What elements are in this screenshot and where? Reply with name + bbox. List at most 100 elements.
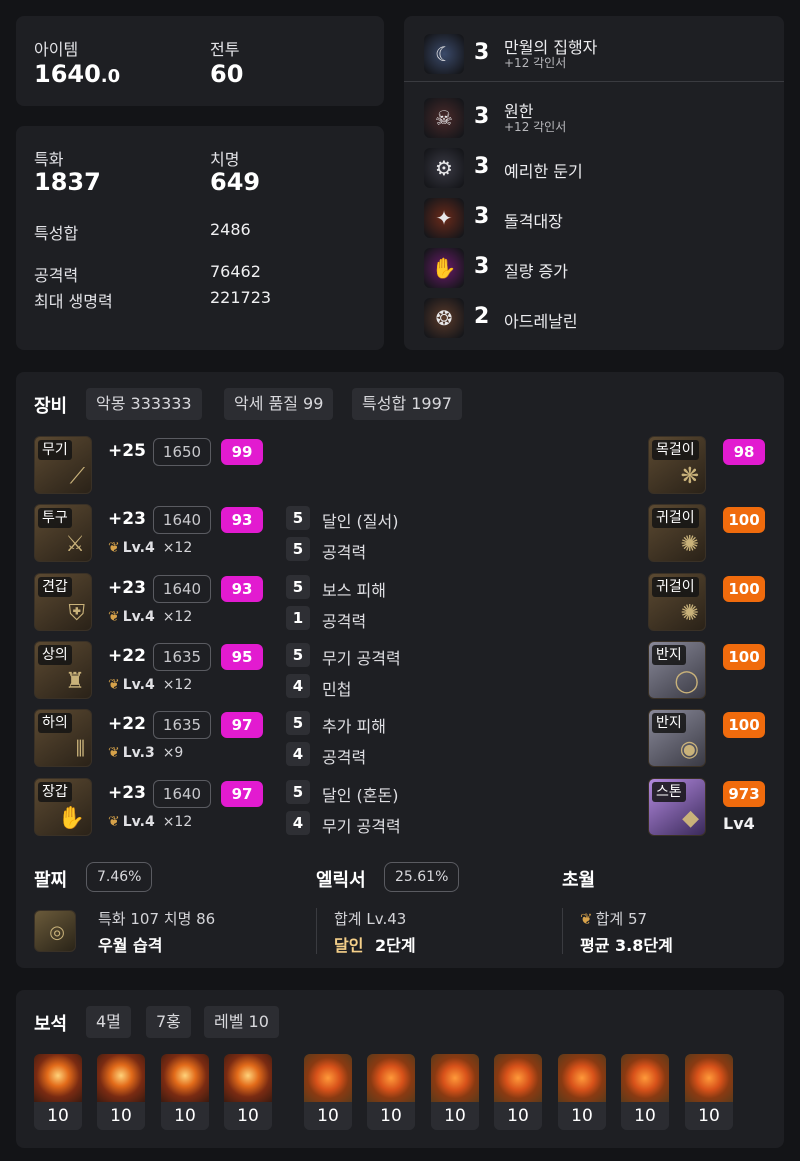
elixir-title: 엘릭서	[316, 870, 366, 891]
equipment-title: 장비	[34, 396, 68, 417]
gem-icon	[367, 1054, 415, 1102]
item-level-card: 아이템 1640.0 전투 60	[16, 16, 384, 106]
elixir-option-name: 공격력	[322, 748, 367, 767]
gem-level: 10	[97, 1102, 145, 1130]
gem-slot[interactable]: 10	[161, 1054, 209, 1130]
elixir-option-name: 보스 피해	[322, 581, 386, 600]
quality-badge: 93	[221, 576, 263, 602]
gem-slot[interactable]: 10	[494, 1054, 542, 1130]
slot-tag: 반지	[652, 713, 686, 733]
elixir-option-level: 5	[286, 643, 310, 667]
divider-1	[316, 908, 317, 954]
quality-badge: 97	[221, 781, 263, 807]
gem-icon	[224, 1054, 272, 1102]
helmet-icon[interactable]: 투구 ⚔	[34, 504, 92, 562]
transcend-avg: 평균 3.8단계	[580, 936, 673, 955]
engraving-level: 3	[474, 104, 490, 129]
leaf-icon: ❦	[108, 609, 120, 625]
leaf-icon: ❦	[108, 745, 120, 761]
quality-badge: 99	[221, 439, 263, 465]
engraving-row[interactable]: ⚙ 3 예리한 둔기	[424, 148, 784, 188]
gem-slot[interactable]: 10	[558, 1054, 606, 1130]
engraving-row[interactable]: ☾ 3 만월의 집행자 +12 각인서	[424, 34, 784, 74]
crit-value: 649	[210, 168, 261, 196]
slot-tag: 투구	[38, 508, 72, 528]
gem-icon	[494, 1054, 542, 1102]
max-hp-value: 221723	[210, 288, 272, 307]
upgrade-level: +23	[108, 578, 146, 598]
chip-accessory-quality: 악세 품질 99	[224, 388, 334, 420]
slot-tag: 견갑	[38, 577, 72, 597]
quality-badge: 100	[723, 507, 765, 533]
necklace-icon[interactable]: 목걸이 ❋	[648, 436, 706, 494]
ring-1-icon[interactable]: 반지 ◯	[648, 641, 706, 699]
gem-level: 10	[431, 1102, 479, 1130]
engraving-level: 3	[474, 204, 490, 229]
slot-tag: 상의	[38, 645, 72, 665]
gem-slot[interactable]: 10	[304, 1054, 352, 1130]
pants-icon[interactable]: 하의 ⫴	[34, 709, 92, 767]
chest-icon[interactable]: 상의 ♜	[34, 641, 92, 699]
adrenaline-icon: ❂	[424, 298, 464, 338]
gem-slot[interactable]: 10	[367, 1054, 415, 1130]
upgrade-level: +23	[108, 509, 146, 529]
elixir-option-level: 5	[286, 780, 310, 804]
attack-value: 76462	[210, 262, 261, 281]
weapon-icon[interactable]: 무기 ⟋	[34, 436, 92, 494]
ring-1-glyph: ◯	[674, 669, 699, 694]
gloves-icon[interactable]: 장갑 ✋	[34, 778, 92, 836]
shoulder-icon[interactable]: 견갑 ⛨	[34, 573, 92, 631]
bracelet-icon[interactable]: ◎	[34, 910, 76, 952]
gem-level: 10	[161, 1102, 209, 1130]
combat-level-value: 60	[210, 60, 244, 88]
gem-slot[interactable]: 10	[97, 1054, 145, 1130]
gem-slot[interactable]: 10	[621, 1054, 669, 1130]
bracelet-title: 팔찌	[34, 870, 68, 891]
slot-tag: 하의	[38, 713, 72, 733]
chip-stat-sum: 특성합 1997	[352, 388, 462, 420]
elixir-option-name: 무기 공격력	[322, 817, 401, 836]
gems-card: 보석 4멸 7홍 레벨 10 10 10 10 10 10 10 10 10 10 10 10	[16, 990, 784, 1148]
engraving-row[interactable]: ✋ 3 질량 증가	[424, 248, 784, 288]
combat-level-label: 전투	[210, 40, 240, 59]
engraving-row[interactable]: ❂ 2 아드레날린	[424, 298, 784, 338]
elixir-sum: 합계 Lv.43	[334, 910, 407, 928]
equipment-card: 장비 악몽 333333 악세 품질 99 특성합 1997 무기 ⟋ +25 165…	[16, 372, 784, 968]
earring-2-icon[interactable]: 귀걸이 ✺	[648, 573, 706, 631]
gem-slot[interactable]: 10	[431, 1054, 479, 1130]
ring-2-icon[interactable]: 반지 ◉	[648, 709, 706, 767]
engraving-row[interactable]: ☠ 3 원한 +12 각인서	[424, 98, 784, 138]
engraving-row[interactable]: ✦ 3 돌격대장	[424, 198, 784, 238]
elixir-option-name: 무기 공격력	[322, 649, 401, 668]
crit-label: 치명	[210, 150, 240, 169]
attack-label: 공격력	[34, 266, 79, 285]
moon-executor-icon: ☾	[424, 34, 464, 74]
leaf-icon: ❦	[108, 540, 120, 556]
elixir-option-name: 공격력	[322, 612, 367, 631]
engraving-name: 질량 증가	[504, 262, 568, 281]
ability-stone-icon[interactable]: 스톤 ◆	[648, 778, 706, 836]
gloves-glyph: ✋	[57, 806, 85, 831]
gem-slot[interactable]: 10	[34, 1054, 82, 1130]
stat-sum-value: 2486	[210, 220, 251, 239]
quality-badge: 100	[723, 644, 765, 670]
leaf-icon: ❦	[108, 814, 120, 830]
slot-tag: 장갑	[38, 782, 72, 802]
bracelet-effects: 우월 습격	[98, 936, 163, 955]
engraving-level: 3	[474, 254, 490, 279]
gem-slot[interactable]: 10	[685, 1054, 733, 1130]
slot-tag: 무기	[38, 440, 72, 460]
slot-tag: 스톤	[652, 782, 686, 802]
transcend-title: 초월	[562, 870, 596, 891]
grudge-icon: ☠	[424, 98, 464, 138]
engraving-name: 돌격대장	[504, 212, 563, 231]
slot-tag: 귀걸이	[652, 508, 699, 528]
item-level-badge: 1640	[153, 506, 211, 534]
upgrade-level: +22	[108, 646, 146, 666]
gem-slot[interactable]: 10	[224, 1054, 272, 1130]
earring-1-icon[interactable]: 귀걸이 ✺	[648, 504, 706, 562]
leaf-icon: ❦	[108, 677, 120, 693]
weapon-glyph: ⟋	[69, 464, 85, 489]
elixir-option-level: 4	[286, 674, 310, 698]
quality-badge: 95	[221, 644, 263, 670]
